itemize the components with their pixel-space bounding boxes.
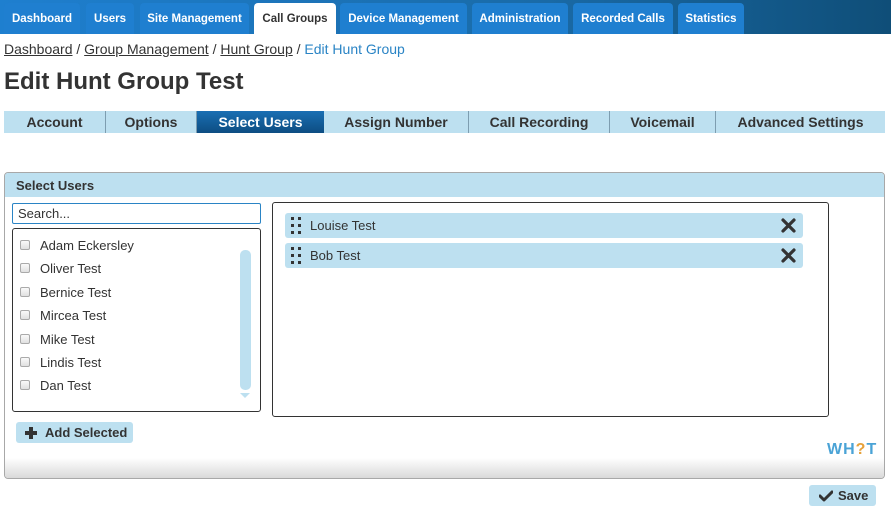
breadcrumb-current: Edit Hunt Group [304, 41, 405, 57]
list-item[interactable]: Louise Test [285, 213, 803, 238]
checkmark-icon [819, 490, 833, 501]
list-item[interactable]: Mike Test [20, 330, 95, 348]
user-name: Adam Eckersley [40, 237, 134, 253]
nav-tab-recorded-calls[interactable]: Recorded Calls [573, 3, 673, 34]
tab-account[interactable]: Account [4, 111, 106, 133]
save-label: Save [838, 488, 869, 503]
available-users-list[interactable]: Adam Eckersley Oliver Test Bernice Test … [12, 228, 261, 412]
tab-call-recording[interactable]: Call Recording [469, 111, 610, 133]
nav-tab-site-management[interactable]: Site Management [140, 3, 249, 34]
select-users-panel: Select Users Adam Eckersley Oliver Test … [4, 172, 885, 479]
breadcrumb-hunt-group[interactable]: Hunt Group [220, 41, 292, 57]
close-icon[interactable] [780, 217, 797, 234]
checkbox[interactable] [20, 240, 30, 250]
list-item[interactable]: Lindis Test [20, 353, 101, 371]
breadcrumb: Dashboard / Group Management / Hunt Grou… [4, 41, 405, 57]
drag-handle-icon[interactable] [291, 216, 301, 235]
breadcrumb-separator: / [212, 41, 217, 57]
save-button[interactable]: Save [809, 485, 876, 506]
top-nav-bar: Dashboard Users Site Management Call Gro… [0, 0, 891, 34]
tab-assign-number[interactable]: Assign Number [324, 111, 469, 133]
tab-advanced-settings[interactable]: Advanced Settings [716, 111, 885, 133]
add-selected-button[interactable]: Add Selected [16, 422, 133, 443]
checkbox[interactable] [20, 357, 30, 367]
logo: WH?T [827, 441, 878, 458]
panel-footer [5, 458, 884, 478]
selected-user-name: Bob Test [310, 248, 361, 263]
user-name: Dan Test [40, 377, 92, 393]
list-item[interactable]: Oliver Test [20, 259, 101, 277]
breadcrumb-group-management[interactable]: Group Management [84, 41, 209, 57]
nav-tab-statistics[interactable]: Statistics [678, 3, 744, 34]
nav-tab-administration[interactable]: Administration [472, 3, 568, 34]
checkbox[interactable] [20, 380, 30, 390]
breadcrumb-separator: / [76, 41, 81, 57]
scroll-down-arrow-icon[interactable] [240, 393, 250, 398]
user-name: Bernice Test [40, 284, 112, 300]
checkbox[interactable] [20, 287, 30, 297]
search-input[interactable] [12, 203, 261, 224]
selected-user-name: Louise Test [310, 218, 376, 233]
breadcrumb-separator: / [296, 41, 301, 57]
panel-title: Select Users [5, 173, 884, 197]
sub-tabs: Account Options Select Users Assign Numb… [4, 111, 885, 133]
nav-tab-users[interactable]: Users [86, 3, 134, 34]
close-icon[interactable] [780, 247, 797, 264]
nav-tab-device-management[interactable]: Device Management [340, 3, 467, 34]
tab-select-users[interactable]: Select Users [197, 111, 324, 133]
checkbox[interactable] [20, 334, 30, 344]
breadcrumb-dashboard[interactable]: Dashboard [4, 41, 73, 57]
list-item[interactable]: Dan Test [20, 376, 91, 394]
list-item[interactable]: Adam Eckersley [20, 236, 134, 254]
user-name: Oliver Test [40, 260, 102, 276]
selected-users-list[interactable]: Louise Test Bob Test [272, 202, 829, 417]
nav-tab-dashboard[interactable]: Dashboard [4, 3, 80, 34]
add-selected-label: Add Selected [45, 425, 128, 440]
scrollbar[interactable] [240, 250, 251, 390]
checkbox[interactable] [20, 263, 30, 273]
user-name: Lindis Test [40, 354, 102, 370]
nav-tab-call-groups[interactable]: Call Groups [254, 3, 336, 34]
tab-options[interactable]: Options [106, 111, 197, 133]
drag-handle-icon[interactable] [291, 246, 301, 265]
list-item[interactable]: Bernice Test [20, 283, 111, 301]
plus-icon [25, 426, 37, 439]
page-title: Edit Hunt Group Test [4, 68, 244, 95]
list-item[interactable]: Bob Test [285, 243, 803, 268]
user-name: Mike Test [40, 331, 95, 347]
list-item[interactable]: Mircea Test [20, 306, 106, 324]
user-name: Mircea Test [40, 307, 107, 323]
checkbox[interactable] [20, 310, 30, 320]
tab-voicemail[interactable]: Voicemail [610, 111, 716, 133]
